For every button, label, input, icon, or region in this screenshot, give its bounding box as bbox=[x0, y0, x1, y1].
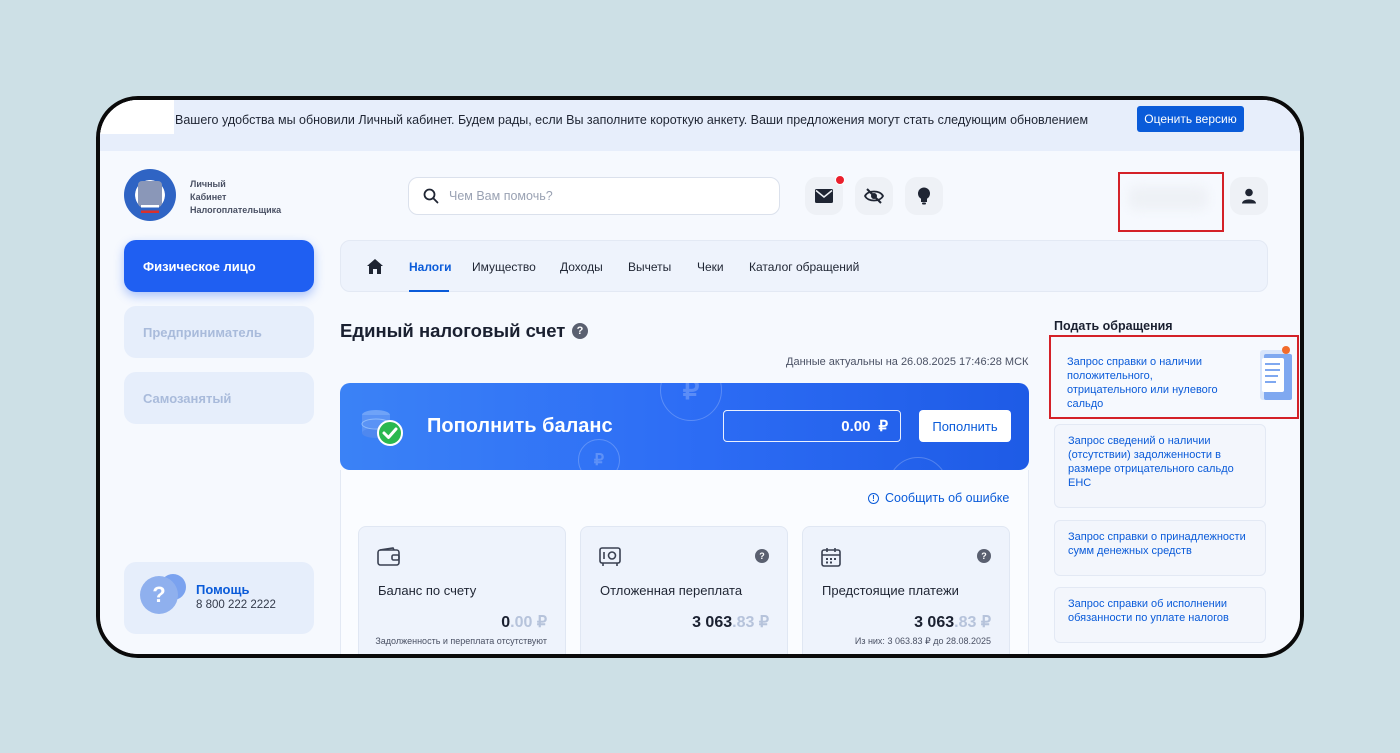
topup-banner: ₽ ₽ ₽ Пополнить баланс 0.00 ₽ Пополнить bbox=[340, 383, 1029, 470]
user-icon bbox=[1242, 188, 1256, 204]
search-box[interactable] bbox=[408, 177, 780, 215]
card-amount: 3 063.83 ₽ bbox=[914, 614, 991, 631]
search-input[interactable] bbox=[449, 189, 749, 203]
tab-taxes[interactable]: Налоги bbox=[409, 260, 452, 274]
messages-button[interactable] bbox=[805, 175, 845, 215]
active-tab-indicator bbox=[409, 290, 449, 292]
help-phone[interactable]: 8 800 222 2222 bbox=[196, 599, 276, 611]
appeal-item-debt[interactable]: Запрос сведений о наличии (отсутствии) з… bbox=[1054, 424, 1266, 508]
wallet-icon bbox=[377, 547, 400, 566]
topup-title: Пополнить баланс bbox=[427, 415, 613, 437]
search-icon bbox=[423, 188, 439, 204]
tab-deductions[interactable]: Вычеты bbox=[628, 260, 671, 274]
highlight-appeal-saldo bbox=[1049, 335, 1299, 419]
topup-button[interactable]: Пополнить bbox=[919, 410, 1011, 442]
main-nav: Налоги Имущество Доходы Вычеты Чеки Ката… bbox=[340, 240, 1268, 292]
card-note: Из них: 3 063.83 ₽ до 28.08.2025 bbox=[854, 636, 991, 646]
update-banner: Вашего удобства мы обновили Личный кабин… bbox=[100, 100, 1300, 151]
screen: Вашего удобства мы обновили Личный кабин… bbox=[100, 100, 1300, 654]
sidebar-item-self-employed[interactable]: Самозанятый bbox=[124, 372, 314, 424]
calendar-icon bbox=[821, 548, 841, 567]
tab-property[interactable]: Имущество bbox=[472, 260, 536, 274]
rate-version-button[interactable]: Оценить версию bbox=[1137, 106, 1244, 132]
profile-button[interactable] bbox=[1230, 177, 1268, 215]
card-amount: 0.00 ₽ bbox=[501, 614, 547, 631]
card-label: Предстоящие платежи bbox=[822, 583, 959, 598]
data-timestamp: Данные актуальны на 26.08.2025 17:46:28 … bbox=[786, 356, 1029, 368]
help-icon[interactable]: ? bbox=[755, 549, 769, 563]
report-error-link[interactable]: ! Сообщить об ошибке bbox=[868, 491, 1009, 505]
brand-title: Личный Кабинет Налогоплательщика bbox=[190, 179, 282, 215]
sidebar-item-entrepreneur[interactable]: Предприниматель bbox=[124, 306, 314, 358]
deferred-overpayment-card[interactable]: ? Отложенная переплата 3 063.83 ₽ bbox=[580, 526, 788, 654]
help-card[interactable]: ? Помощь 8 800 222 2222 bbox=[124, 562, 314, 634]
ruble-decor-icon: ₽ bbox=[660, 383, 722, 421]
notification-dot bbox=[835, 175, 845, 185]
flag-icon bbox=[141, 205, 159, 213]
device-frame: Вашего удобства мы обновили Личный кабин… bbox=[96, 96, 1304, 658]
tab-receipts[interactable]: Чеки bbox=[697, 260, 724, 274]
help-icon[interactable]: ? bbox=[977, 549, 991, 563]
mail-icon bbox=[815, 189, 833, 203]
help-title: Помощь bbox=[196, 582, 250, 597]
upcoming-payments-card[interactable]: ? Предстоящие платежи 3 063.83 ₽ Из них:… bbox=[802, 526, 1010, 654]
tab-appeals-catalog[interactable]: Каталог обращений bbox=[749, 260, 859, 274]
appeal-item-tax-obligation[interactable]: Запрос справки об исполнении обязанности… bbox=[1054, 587, 1266, 643]
sidebar-item-individual[interactable]: Физическое лицо bbox=[124, 240, 314, 292]
home-icon[interactable] bbox=[367, 259, 383, 274]
emblem-icon bbox=[138, 181, 162, 207]
help-icon[interactable]: ? bbox=[572, 323, 588, 339]
hide-amounts-button[interactable] bbox=[855, 177, 893, 215]
ideas-button[interactable] bbox=[905, 177, 943, 215]
card-label: Баланс по счету bbox=[378, 583, 477, 598]
question-icon: ? bbox=[140, 576, 178, 614]
eye-off-icon bbox=[864, 188, 884, 204]
lightbulb-icon bbox=[918, 187, 930, 205]
amount-input[interactable]: 0.00 ₽ bbox=[723, 410, 901, 442]
safe-icon bbox=[599, 547, 621, 566]
appeals-title: Подать обращения bbox=[1054, 319, 1173, 333]
card-note: Задолженность и переплата отсутствуют bbox=[375, 636, 547, 646]
fns-logo[interactable] bbox=[124, 169, 176, 221]
account-balance-card[interactable]: Баланс по счету 0.00 ₽ Задолженность и п… bbox=[358, 526, 566, 654]
ruble-sign: ₽ bbox=[878, 418, 888, 435]
appeal-item-funds-ownership[interactable]: Запрос справки о принадлежности сумм ден… bbox=[1054, 520, 1266, 576]
banner-text: Вашего удобства мы обновили Личный кабин… bbox=[175, 113, 1089, 127]
page-title: Единый налоговый счет bbox=[340, 320, 566, 341]
card-amount: 3 063.83 ₽ bbox=[692, 614, 769, 631]
tab-income[interactable]: Доходы bbox=[560, 260, 603, 274]
card-label: Отложенная переплата bbox=[600, 583, 743, 598]
ruble-decor-icon: ₽ bbox=[888, 457, 948, 470]
ruble-decor-icon: ₽ bbox=[578, 439, 620, 470]
user-name-blurred bbox=[1128, 186, 1208, 210]
info-icon: ! bbox=[868, 492, 879, 504]
coins-check-icon bbox=[361, 410, 403, 446]
